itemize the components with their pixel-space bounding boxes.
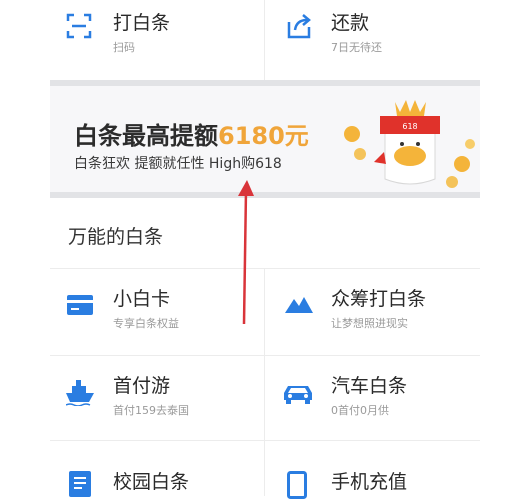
repay-share-icon (287, 14, 311, 39)
tile-title: 众筹打白条 (331, 288, 427, 310)
ship-icon (66, 380, 94, 406)
card-icon (67, 295, 93, 315)
tile-subtitle: 专享白条权益 (113, 317, 179, 330)
coin-icon (446, 176, 458, 188)
banner-subtitle: 白条狂欢 提额就任性 High购618 (74, 156, 282, 172)
tile-title: 汽车白条 (331, 375, 408, 397)
grid-tile[interactable]: 首付游 首付159去泰国 (50, 356, 264, 440)
tile-subtitle: 让梦想照进现实 (331, 317, 408, 330)
coin-icon (354, 148, 366, 160)
grid-tile[interactable]: 众筹打白条 让梦想照进现实 (265, 269, 480, 355)
promo-banner[interactable]: 白条最高提额6180元 白条狂欢 提额就任性 High购618 618 (50, 80, 480, 198)
tile-title: 手机充值 (331, 471, 408, 493)
coin-icon (465, 139, 475, 149)
tile-title: 小白卡 (113, 288, 171, 310)
tile-subtitle: 0首付0月供 (331, 404, 389, 417)
scan-pay-tile[interactable]: 打白条 扫码 (50, 0, 264, 80)
mascot-illustration: 618 (344, 100, 475, 188)
tile-subtitle: 7日无待还 (331, 41, 382, 54)
grid-tile[interactable]: 手机充值 (265, 441, 480, 499)
document-icon (69, 471, 91, 497)
phone-icon (287, 471, 307, 499)
tile-title: 打白条 (113, 12, 171, 34)
scan-icon (66, 13, 92, 39)
tile-subtitle: 首付159去泰国 (113, 404, 189, 417)
grid-tile[interactable]: 校园白条 (50, 441, 264, 497)
banner-title: 白条最高提额6180元 (74, 116, 309, 151)
mountain-icon (285, 297, 313, 313)
tile-title: 校园白条 (113, 471, 190, 493)
repay-tile[interactable]: 还款 7日无待还 (265, 0, 480, 80)
tile-title: 首付游 (113, 375, 171, 397)
banner-amount: 6180元 (218, 122, 309, 150)
tile-title: 还款 (331, 12, 370, 34)
car-icon (284, 386, 312, 404)
coin-icon (454, 156, 470, 172)
grid-tile[interactable]: 小白卡 专享白条权益 (50, 269, 264, 355)
tile-subtitle: 扫码 (113, 41, 135, 54)
section-title: 万能的白条 (68, 226, 164, 248)
banner-title-prefix: 白条最高提额 (74, 122, 218, 150)
mascot-badge: 618 (402, 122, 417, 131)
grid-tile[interactable]: 汽车白条 0首付0月供 (265, 356, 480, 440)
coin-icon (344, 126, 360, 142)
